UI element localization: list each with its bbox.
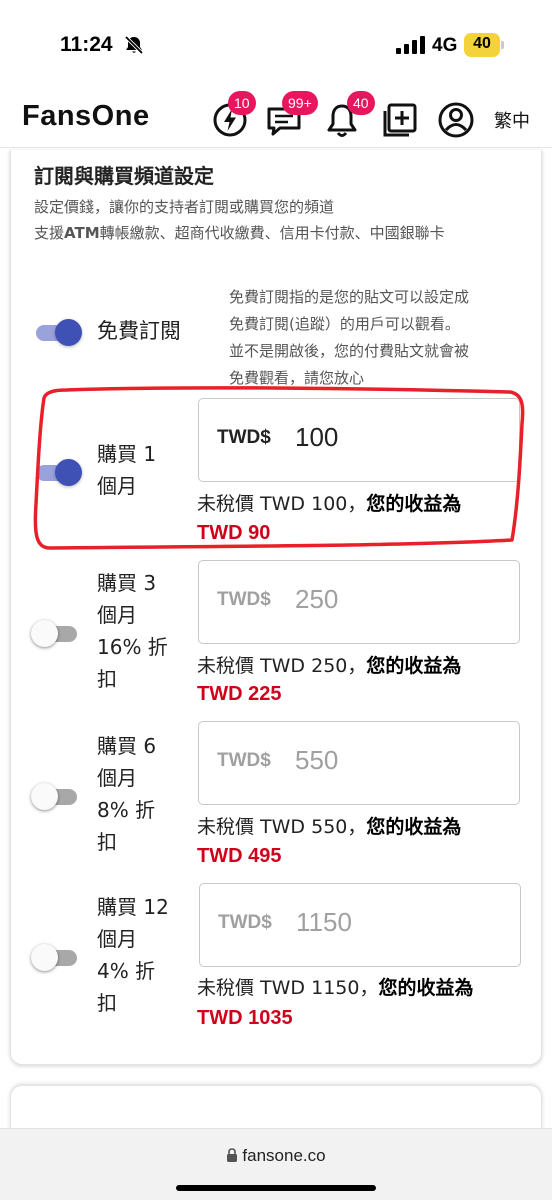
language-switch[interactable]: 繁中: [494, 107, 530, 133]
notification-badge: 40: [347, 91, 375, 115]
payment-methods: 支援ATM轉帳繳款、超商代收繳費、信用卡付款、中國銀聯卡: [34, 224, 445, 242]
plan-6-month-tax: 未稅價 TWD 550，您的收益為: [197, 816, 462, 838]
plan-12-month-price-input[interactable]: TWD$ 1150: [199, 883, 521, 967]
profile-icon: [438, 102, 474, 138]
url-display[interactable]: fansone.co: [0, 1146, 552, 1166]
chat-badge: 99+: [282, 91, 318, 115]
free-subscription-note: 免費訂閱指的是您的貼文可以設定成 免費訂閱(追蹤）的用戶可以觀看。 並不是開啟後…: [229, 288, 470, 387]
plan-6-month-price-input[interactable]: TWD$ 550: [198, 721, 520, 805]
plan-12-month-tax: 未稅價 TWD 1150，您的收益為: [197, 977, 474, 999]
free-subscription-toggle[interactable]: [34, 318, 82, 346]
browser-address-bar[interactable]: fansone.co: [0, 1128, 552, 1200]
bell-off-icon: [124, 35, 144, 55]
status-bar: 11:24 4G 40: [0, 0, 552, 90]
battery-icon: 40: [464, 33, 504, 57]
section-description: 設定價錢，讓你的支持者訂閱或購買您的頻道: [34, 198, 335, 216]
plan-6-month-label: 購買 6 個月 8% 折 扣: [97, 734, 157, 854]
plan-3-month-earnings: TWD 225: [197, 683, 282, 705]
profile-button[interactable]: [436, 100, 476, 140]
add-post-button[interactable]: [380, 100, 420, 140]
fansone-logo[interactable]: FansOne: [22, 100, 150, 133]
home-indicator[interactable]: [176, 1185, 376, 1191]
battery-level: 40: [473, 35, 491, 52]
plan-3-month-toggle[interactable]: [31, 619, 79, 647]
plan-6-month-toggle[interactable]: [31, 782, 79, 810]
free-subscription-label: 免費訂閱: [97, 319, 181, 343]
plan-3-month-price-input[interactable]: TWD$ 250: [198, 560, 520, 644]
add-post-icon: [383, 103, 417, 137]
plan-3-month-tax: 未稅價 TWD 250，您的收益為: [197, 655, 462, 677]
signal-icon: [396, 36, 425, 54]
status-time: 11:24: [60, 33, 113, 56]
plan-12-month-toggle[interactable]: [31, 943, 79, 971]
plan-3-month-label: 購買 3 個月 16% 折 扣: [97, 571, 168, 691]
highlight-annotation: [33, 386, 525, 550]
subscription-settings-card: 訂閱與購買頻道設定 設定價錢，讓你的支持者訂閱或購買您的頻道 支援ATM轉帳繳款…: [10, 150, 542, 1065]
network-type: 4G: [432, 35, 458, 56]
plan-12-month-earnings: TWD 1035: [197, 1007, 293, 1029]
lock-icon: [227, 1148, 238, 1162]
lightning-badge: 10: [228, 91, 256, 115]
section-title: 訂閱與購買頻道設定: [34, 164, 214, 188]
plan-6-month-earnings: TWD 495: [197, 845, 282, 867]
app-header: FansOne 10 99+ 40 繁中: [0, 90, 552, 148]
plan-12-month-label: 購買 12 個月 4% 折 扣: [97, 895, 169, 1015]
